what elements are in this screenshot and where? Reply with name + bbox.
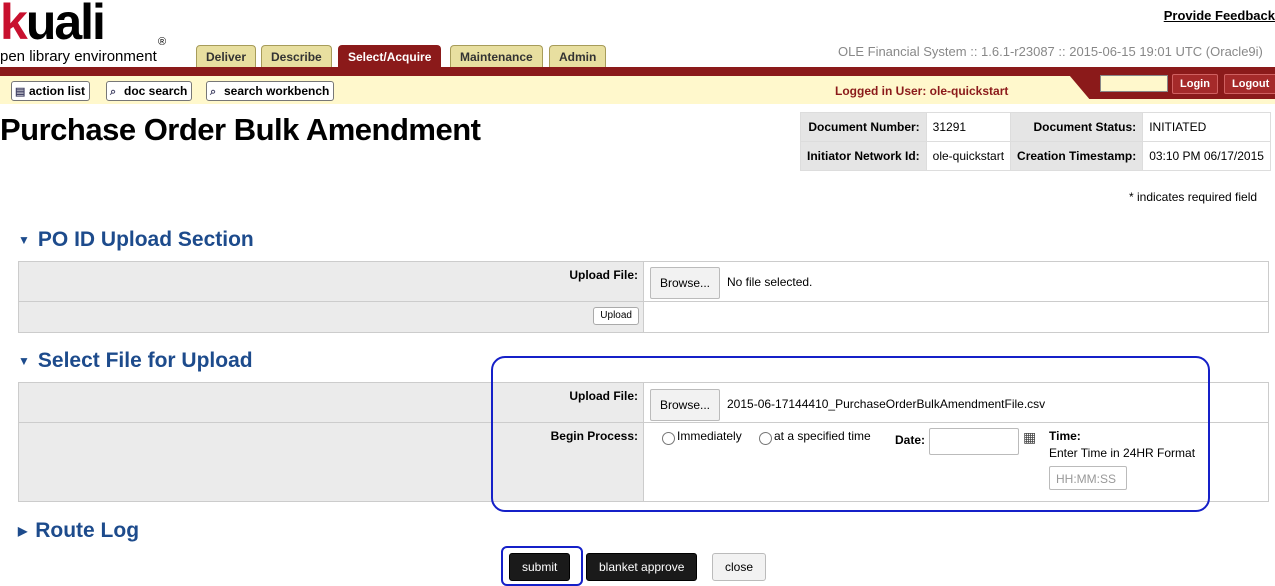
required-field-note: * indicates required field — [1129, 190, 1258, 204]
tab-deliver[interactable]: Deliver — [196, 45, 257, 68]
logged-in-user: Logged in User: ole-quickstart — [835, 84, 1009, 98]
initiator-label: Initiator Network Id: — [800, 141, 927, 171]
page-title: Purchase Order Bulk Amendment — [0, 112, 481, 147]
po-browse-button[interactable]: Browse... — [650, 267, 721, 299]
action-list-button[interactable]: ▤ action list — [11, 81, 91, 101]
collapse-triangle-icon: ▼ — [18, 233, 30, 248]
doc-number-value: 31291 — [925, 112, 1012, 142]
doc-search-button[interactable]: ⌕ doc search — [106, 81, 193, 101]
upload-file-label: Upload File: — [569, 268, 638, 282]
doc-number-label: Document Number: — [800, 112, 927, 142]
po-upload-file-row: Upload File: Browse... No file selected. — [19, 262, 1268, 302]
login-button[interactable]: Login — [1172, 74, 1218, 94]
route-log-section-toggle[interactable]: ▶ Route Log — [18, 519, 139, 543]
initiator-value: ole-quickstart — [925, 141, 1012, 171]
po-upload-section-toggle[interactable]: ▼ PO ID Upload Section — [18, 228, 254, 252]
upload-button[interactable]: Upload — [593, 307, 639, 325]
doc-status-label: Document Status: — [1010, 112, 1144, 142]
logo-tagline: pen library environment — [0, 48, 157, 65]
login-username-input[interactable] — [1100, 75, 1168, 92]
collapse-triangle-icon: ▼ — [18, 354, 30, 369]
doc-status-value: INITIATED — [1142, 112, 1271, 142]
highlight-annotation — [491, 356, 1210, 512]
po-upload-action-row: Upload — [19, 302, 1268, 332]
blanket-approve-button[interactable]: blanket approve — [586, 553, 698, 581]
search-icon: ⌕ — [210, 86, 217, 98]
close-button[interactable]: close — [712, 553, 767, 581]
list-icon: ▤ — [15, 86, 26, 98]
logout-button[interactable]: Logout — [1224, 74, 1275, 94]
po-file-name: No file selected. — [727, 275, 813, 289]
creation-timestamp-value: 03:10 PM 06/17/2015 — [1142, 141, 1271, 171]
tab-select-acquire[interactable]: Select/Acquire — [338, 45, 442, 68]
expand-triangle-icon: ▶ — [18, 524, 28, 539]
creation-timestamp-label: Creation Timestamp: — [1010, 141, 1144, 171]
po-upload-panel: Upload File: Browse... No file selected.… — [18, 261, 1269, 333]
search-icon: ⌕ — [110, 86, 117, 98]
tab-admin[interactable]: Admin — [549, 45, 607, 68]
file-upload-section-toggle[interactable]: ▼ Select File for Upload — [18, 349, 253, 373]
provide-feedback-link[interactable]: Provide Feedback — [1164, 8, 1275, 23]
system-info: OLE Financial System :: 1.6.1-r23087 :: … — [838, 44, 1263, 59]
registered-mark: ® — [158, 36, 167, 48]
tab-describe[interactable]: Describe — [261, 45, 332, 68]
document-info-table: Document Number: 31291 Document Status: … — [800, 112, 1271, 171]
tab-maintenance[interactable]: Maintenance — [450, 45, 543, 68]
kuali-logo: kuali — [0, 0, 106, 50]
submit-button[interactable]: submit — [509, 553, 571, 581]
search-workbench-button[interactable]: ⌕ search workbench — [206, 81, 335, 101]
